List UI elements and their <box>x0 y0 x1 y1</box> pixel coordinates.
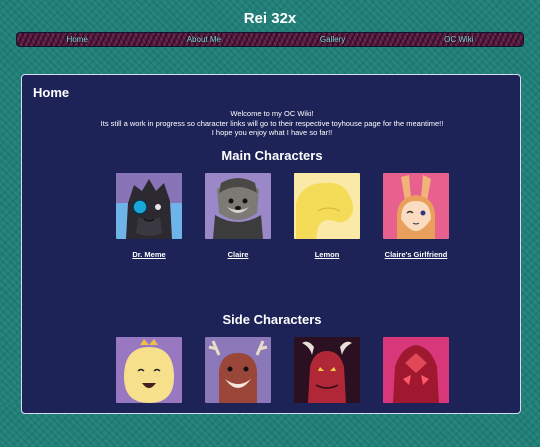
nav-link-home[interactable]: Home <box>66 35 87 44</box>
character-link-label[interactable]: Claire <box>198 250 278 259</box>
side-characters-grid <box>109 337 449 447</box>
character-card-side-3[interactable] <box>287 337 367 414</box>
content-panel: Home Welcome to my OC Wiki! Its still a … <box>21 74 521 414</box>
nav-link-gallery[interactable]: Gallery <box>320 35 345 44</box>
dark-creature-eyepatch-portrait-icon[interactable] <box>116 173 182 239</box>
nav-bar: Home About Me Gallery OC Wiki <box>16 32 524 47</box>
character-card-claires-girlfriend[interactable]: Claire's Girlfriend <box>376 173 456 259</box>
red-gem-creature-portrait-icon[interactable] <box>383 337 449 403</box>
character-card-claire[interactable]: Claire <box>198 173 278 259</box>
character-card-lemon[interactable]: Lemon <box>287 173 367 259</box>
character-card-dr-meme[interactable]: Dr. Meme <box>109 173 189 259</box>
main-characters-grid: Dr. Meme Claire Lemon Claire's Girlfrien… <box>109 173 449 283</box>
yellow-blob-portrait-icon[interactable] <box>294 173 360 239</box>
yellow-crowned-creature-portrait-icon[interactable] <box>116 337 182 403</box>
antlered-deer-portrait-icon[interactable] <box>205 337 271 403</box>
intro-line: Welcome to my OC Wiki! <box>230 109 314 118</box>
intro-line: I hope you enjoy what I have so far!! <box>211 128 333 137</box>
character-link-label[interactable]: Lemon <box>287 250 367 259</box>
main-characters-heading: Main Characters <box>221 148 323 163</box>
character-link-label[interactable]: Dr. Meme <box>109 250 189 259</box>
bunny-girl-portrait-icon[interactable] <box>383 173 449 239</box>
character-card-side-4[interactable] <box>376 337 456 414</box>
side-characters-heading: Side Characters <box>222 312 322 327</box>
character-card-side-2[interactable] <box>198 337 278 414</box>
nav-link-about-me[interactable]: About Me <box>187 35 221 44</box>
grey-dog-portrait-icon[interactable] <box>205 173 271 239</box>
site-title: Rei 32x <box>243 10 297 27</box>
character-link-label[interactable]: Claire's Girlfriend <box>376 250 456 259</box>
intro-text: Welcome to my OC Wiki! Its still a work … <box>22 109 522 138</box>
nav-link-oc-wiki[interactable]: OC Wiki <box>444 35 473 44</box>
intro-line: Its still a work in progress so characte… <box>100 118 444 128</box>
red-dragon-portrait-icon[interactable] <box>294 337 360 403</box>
character-card-side-1[interactable] <box>109 337 189 414</box>
page-title: Home <box>33 85 70 100</box>
